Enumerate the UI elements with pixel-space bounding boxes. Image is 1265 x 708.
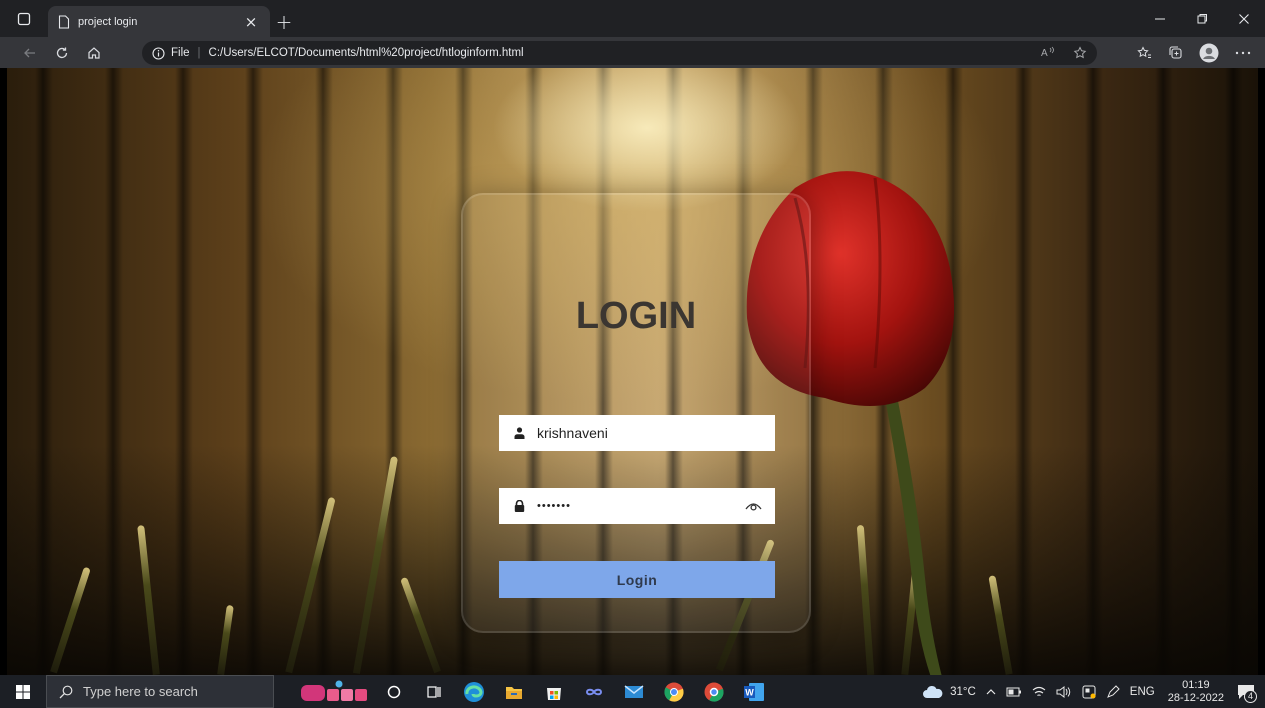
taskbar-file-explorer[interactable]	[494, 675, 534, 708]
cloud-icon	[923, 685, 943, 698]
start-button[interactable]	[0, 675, 46, 708]
file-explorer-icon	[506, 686, 522, 699]
system-tray: 31°C ENG 01:19 28-12-2022 4	[917, 675, 1265, 708]
windows-start-icon	[16, 684, 30, 699]
address-url[interactable]: C:/Users/ELCOT/Documents/html%20project/…	[209, 47, 524, 59]
cortana-icon	[387, 685, 401, 698]
back-button[interactable]	[14, 39, 46, 67]
taskbar-word[interactable]: W	[734, 675, 774, 708]
svg-text:A: A	[1041, 48, 1048, 58]
restore-icon	[1197, 13, 1207, 23]
refresh-button[interactable]	[46, 39, 78, 67]
minimize-button[interactable]	[1139, 0, 1181, 37]
weather-temp: 31°C	[950, 685, 976, 698]
windows-taskbar: Type here to search W 31°C ENG 01:19 28-…	[0, 675, 1265, 708]
eye-icon[interactable]	[743, 500, 763, 512]
taskbar-mail[interactable]	[614, 675, 654, 708]
clock[interactable]: 01:19 28-12-2022	[1168, 679, 1224, 705]
browser-tab-bar: project login × +	[0, 0, 1265, 37]
search-placeholder: Type here to search	[83, 684, 198, 699]
weather-widget[interactable]: 31°C	[922, 685, 976, 699]
taskbar-chrome[interactable]	[654, 675, 694, 708]
notification-count: 4	[1243, 689, 1257, 703]
more-icon[interactable]	[1235, 50, 1251, 56]
username-field-box	[499, 415, 775, 451]
pen-icon[interactable]	[1106, 684, 1120, 699]
edge-icon	[464, 681, 484, 702]
password-input[interactable]	[537, 500, 743, 512]
home-button[interactable]	[78, 39, 110, 67]
favorite-add-icon[interactable]	[1073, 46, 1087, 60]
home-icon	[88, 46, 100, 59]
task-view-button[interactable]	[414, 675, 454, 708]
chrome-icon	[664, 682, 684, 702]
tab-actions-button[interactable]	[0, 0, 48, 37]
profile-icon[interactable]	[1199, 43, 1219, 63]
back-icon	[24, 48, 35, 57]
mail-icon	[624, 684, 644, 698]
tray-app-icon[interactable]	[1082, 685, 1096, 699]
restore-button[interactable]	[1181, 0, 1223, 37]
word-icon: W	[744, 682, 764, 701]
screen: project login × + File | C:/Users/ELCOT/…	[0, 0, 1265, 708]
tab-page-icon	[58, 14, 70, 29]
username-input[interactable]	[537, 425, 763, 441]
info-icon	[152, 46, 165, 60]
taskbar-search-box[interactable]: Type here to search	[46, 675, 274, 708]
language-indicator[interactable]: ENG	[1130, 686, 1155, 698]
tab-title: project login	[78, 15, 138, 28]
favorites-icon[interactable]	[1137, 45, 1152, 60]
news-widget-icon	[301, 680, 367, 701]
taskbar-infinity-app[interactable]	[574, 675, 614, 708]
tab-close-button[interactable]: ×	[242, 13, 260, 31]
login-card: LOGIN Login	[461, 193, 811, 633]
login-button[interactable]: Login	[499, 561, 775, 598]
wifi-icon[interactable]	[1032, 686, 1046, 698]
taskbar-apps: W	[294, 675, 774, 708]
page-background: LOGIN Login	[7, 68, 1258, 675]
window-icon	[17, 12, 31, 25]
collections-icon[interactable]	[1168, 45, 1183, 60]
search-icon	[59, 685, 73, 698]
lock-icon	[511, 500, 527, 512]
tray-chevron-up-icon[interactable]	[986, 688, 996, 696]
taskbar-edge[interactable]	[454, 675, 494, 708]
notification-button[interactable]: 4	[1237, 684, 1257, 703]
cortana-button[interactable]	[374, 675, 414, 708]
infinity-app-icon	[585, 688, 603, 695]
close-icon	[1239, 13, 1249, 24]
refresh-icon	[56, 47, 68, 58]
tab-project-login[interactable]: project login ×	[48, 6, 270, 37]
login-title: LOGIN	[575, 295, 697, 337]
browser-toolbar: File | C:/Users/ELCOT/Documents/html%20p…	[0, 37, 1265, 68]
window-controls	[1139, 0, 1265, 37]
password-field-box	[499, 488, 775, 524]
address-actions: A	[1041, 46, 1087, 60]
task-view-icon	[427, 685, 441, 698]
taskbar-news-widget[interactable]	[294, 675, 374, 708]
new-tab-button[interactable]: +	[270, 6, 298, 37]
svg-text:W: W	[745, 687, 754, 697]
close-window-button[interactable]	[1223, 0, 1265, 37]
site-info-label[interactable]: File	[171, 47, 190, 59]
toolbar-right-actions	[1137, 37, 1251, 68]
store-icon	[547, 687, 561, 700]
address-bar[interactable]: File | C:/Users/ELCOT/Documents/html%20p…	[142, 41, 1097, 65]
battery-icon[interactable]	[1006, 687, 1022, 697]
volume-icon[interactable]	[1056, 685, 1072, 698]
address-separator: |	[197, 47, 201, 59]
read-aloud-icon[interactable]: A	[1041, 46, 1055, 58]
taskbar-store[interactable]	[534, 675, 574, 708]
minimize-icon	[1155, 18, 1165, 19]
taskbar-chrome-profile[interactable]	[694, 675, 734, 708]
chrome-profile-icon	[704, 682, 724, 702]
user-icon	[511, 427, 527, 439]
clock-time: 01:19	[1182, 678, 1210, 691]
clock-date: 28-12-2022	[1167, 691, 1224, 704]
